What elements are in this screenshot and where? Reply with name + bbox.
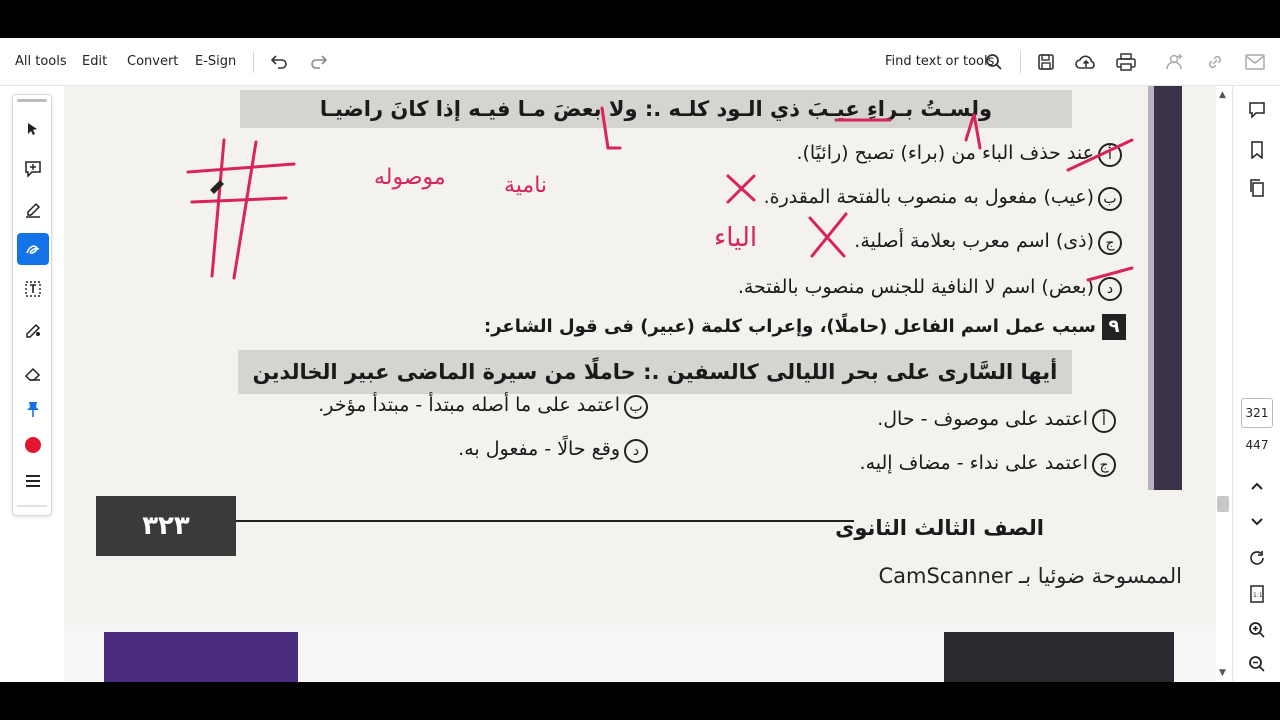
eraser-icon[interactable] (17, 357, 49, 389)
scroll-down-arrow-icon[interactable]: ▼ (1219, 668, 1226, 678)
search-icon[interactable] (982, 50, 1006, 74)
find-text-label[interactable]: Find text or tools (885, 54, 994, 69)
ink-word-mawsoula: موصوله (374, 165, 446, 190)
ink-word-alyaa: الياء (714, 223, 757, 253)
toolbar-divider (253, 51, 254, 73)
upload-cloud-icon[interactable] (1074, 50, 1098, 74)
pin-icon[interactable] (17, 393, 49, 425)
menu-convert[interactable]: Convert (127, 54, 178, 69)
left-tool-palette (12, 94, 52, 516)
chevron-up-icon[interactable] (1245, 474, 1269, 498)
fill-sign-icon[interactable] (17, 313, 49, 345)
more-menu-icon[interactable] (17, 465, 49, 497)
comment-icon[interactable] (1245, 98, 1269, 122)
highlight-pen-icon[interactable] (17, 193, 49, 225)
document-viewport[interactable]: ولسـتُ بـراءٍ عيـبَ ذي الـود كلـه .: ولا… (64, 86, 1216, 682)
scroll-thumb[interactable] (1217, 496, 1229, 512)
vertical-scrollbar[interactable]: ▲ ▼ (1216, 86, 1230, 682)
ink-word-nameya: نامية (504, 173, 547, 198)
select-arrow-icon[interactable] (17, 113, 49, 145)
copy-pages-icon[interactable] (1245, 176, 1269, 200)
text-box-icon[interactable] (17, 273, 49, 305)
menu-esign[interactable]: E-Sign (195, 54, 236, 69)
page-number-input[interactable]: 321 (1241, 398, 1273, 428)
chevron-down-icon[interactable] (1245, 510, 1269, 534)
next-page-image (104, 632, 298, 682)
page-total: 447 (1245, 438, 1269, 452)
palette-divider (17, 505, 47, 507)
mail-icon[interactable] (1243, 50, 1267, 74)
redo-icon[interactable] (307, 50, 331, 74)
add-comment-icon[interactable] (17, 153, 49, 185)
zoom-out-icon[interactable] (1245, 652, 1269, 676)
svg-text:1:1: 1:1 (1253, 592, 1263, 599)
share-user-icon[interactable] (1163, 50, 1187, 74)
rotate-icon[interactable] (1245, 546, 1269, 570)
palette-grip[interactable] (17, 99, 47, 102)
zoom-in-icon[interactable] (1245, 618, 1269, 642)
toolbar-divider (1020, 51, 1021, 73)
color-dot-icon[interactable] (17, 429, 49, 461)
menu-edit[interactable]: Edit (82, 54, 107, 69)
next-pdf-page (64, 632, 1216, 682)
pencil-cursor-icon (210, 180, 224, 194)
print-icon[interactable] (1114, 50, 1138, 74)
top-toolbar: All tools Edit Convert E-Sign Find text … (0, 38, 1280, 86)
save-icon[interactable] (1034, 50, 1058, 74)
scroll-up-arrow-icon[interactable]: ▲ (1219, 90, 1226, 100)
ink-annotations[interactable]: نامية موصوله الياء (64, 86, 1216, 624)
pdf-viewer-app: All tools Edit Convert E-Sign Find text … (0, 38, 1280, 682)
right-rail: 321 447 1:1 (1232, 86, 1280, 682)
menu-all-tools[interactable]: All tools (15, 54, 67, 69)
link-icon[interactable] (1203, 50, 1227, 74)
bookmark-icon[interactable] (1245, 138, 1269, 162)
freehand-draw-icon[interactable] (17, 233, 49, 265)
next-page-image (944, 632, 1174, 682)
pdf-page: ولسـتُ بـراءٍ عيـبَ ذي الـود كلـه .: ولا… (64, 86, 1216, 624)
undo-icon[interactable] (267, 50, 291, 74)
fit-page-icon[interactable]: 1:1 (1245, 582, 1269, 606)
